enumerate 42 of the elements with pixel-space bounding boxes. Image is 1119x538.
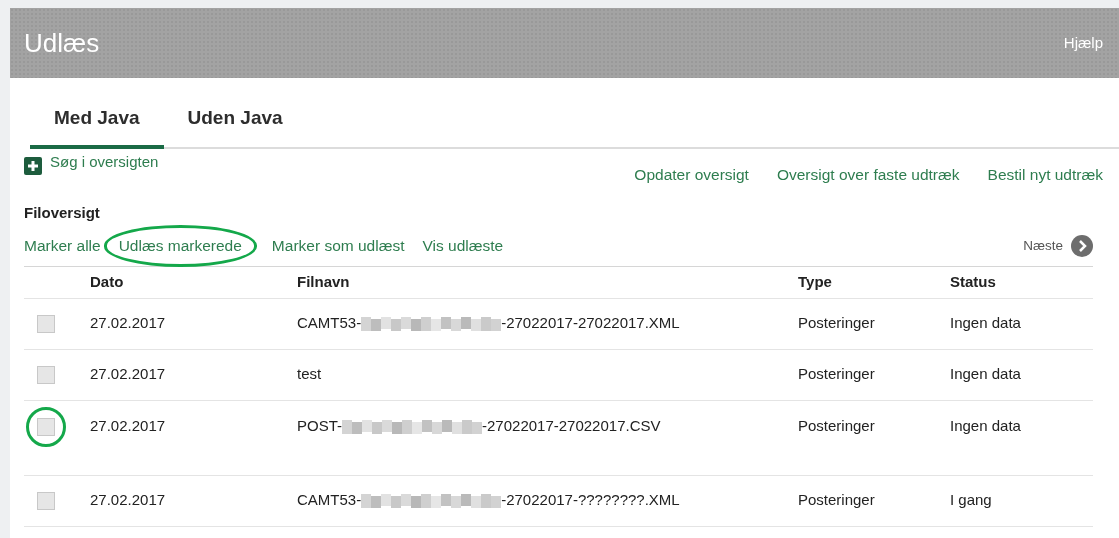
row-checkbox[interactable] bbox=[37, 314, 55, 333]
table-cell-text: Posteringer bbox=[798, 364, 876, 385]
next-link[interactable]: Næste bbox=[1023, 234, 1093, 257]
column-header: Status bbox=[950, 271, 997, 292]
column-header: Filnavn bbox=[297, 271, 351, 292]
table-cell-text: Ingen data bbox=[950, 364, 1022, 385]
table-cell-text: CAMT53- bbox=[297, 313, 362, 334]
table-cell-text: Posteringer bbox=[798, 416, 876, 437]
table-cell-text: -27022017-????????.XML bbox=[501, 490, 680, 511]
tab[interactable]: Med Java bbox=[30, 104, 164, 149]
table-cell-text: Posteringer bbox=[798, 490, 876, 511]
table-cell-text: 27.02.2017 bbox=[90, 313, 167, 334]
toolbar-link[interactable]: Oversigt over faste udtræk bbox=[776, 162, 960, 186]
table-cell-text: Ingen data bbox=[950, 313, 1022, 334]
section-title: Filoversigt bbox=[24, 202, 101, 223]
chevron-right-icon bbox=[1071, 234, 1093, 257]
column-header: Dato bbox=[90, 271, 125, 292]
row-checkbox[interactable] bbox=[37, 365, 55, 384]
table-cell-text: Ingen data bbox=[950, 416, 1022, 437]
column-header: Type bbox=[798, 271, 833, 292]
action-link[interactable]: Vis udlæste bbox=[422, 234, 504, 258]
plus-icon bbox=[24, 156, 42, 175]
row-checkbox[interactable] bbox=[37, 491, 55, 510]
action-link[interactable]: Marker alle bbox=[24, 234, 101, 258]
table-cell-text: -27022017-27022017.XML bbox=[501, 313, 680, 334]
table-cell-text: -27022017-27022017.CSV bbox=[482, 416, 661, 437]
action-link[interactable]: Udlæs markerede bbox=[106, 228, 254, 264]
page-title: Udlæs bbox=[24, 26, 100, 60]
action-link[interactable]: Marker som udlæst bbox=[271, 234, 405, 258]
tab[interactable]: Uden Java bbox=[163, 104, 307, 149]
table-cell-text: CAMT53- bbox=[297, 490, 362, 511]
table-cell-text: I gang bbox=[950, 490, 993, 511]
row-checkbox[interactable] bbox=[37, 417, 55, 436]
table-cell-text: 27.02.2017 bbox=[90, 416, 167, 437]
table-cell-text: Posteringer bbox=[798, 313, 876, 334]
search-toggle[interactable]: Søg i oversigten bbox=[24, 150, 159, 175]
table-cell-text: 27.02.2017 bbox=[90, 364, 167, 385]
table-cell-text: POST- bbox=[297, 416, 342, 437]
table-cell-text: test bbox=[297, 364, 322, 385]
toolbar-link[interactable]: Opdater oversigt bbox=[634, 162, 749, 186]
toolbar-link[interactable]: Bestil nyt udtræk bbox=[987, 162, 1103, 186]
table-cell-text: 27.02.2017 bbox=[90, 490, 167, 511]
